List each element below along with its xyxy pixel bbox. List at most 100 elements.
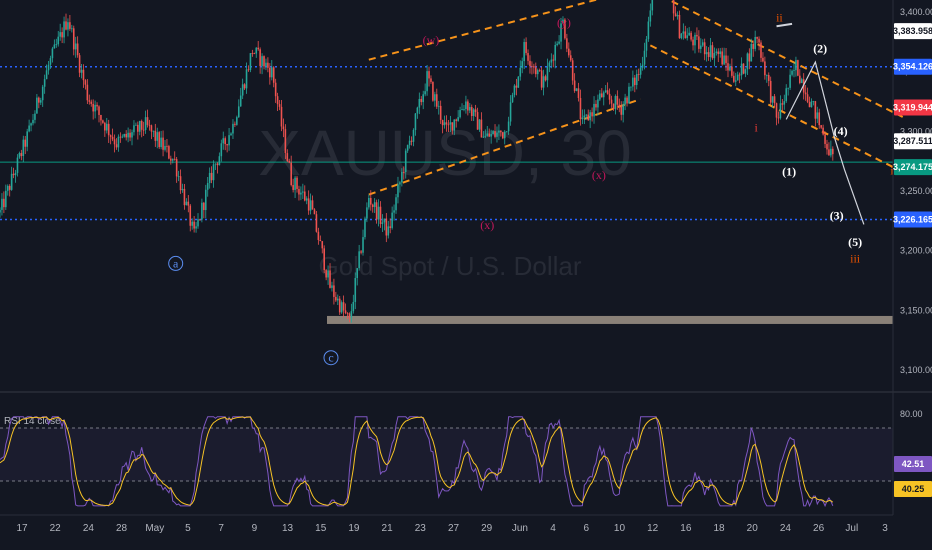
candle-body [515, 85, 518, 88]
candle-body [519, 67, 522, 77]
candle-body [577, 88, 580, 98]
candle-body [620, 106, 623, 115]
candle-body [463, 109, 465, 110]
candle-body [529, 60, 531, 67]
candle-body [375, 202, 378, 220]
candle-body [255, 47, 258, 54]
date-tick-label: 18 [713, 523, 725, 534]
candle-body [418, 98, 421, 108]
candle-body [104, 122, 106, 131]
candle-body [793, 70, 795, 71]
candle-body [364, 218, 366, 238]
candle-body [5, 190, 7, 208]
candle-body [391, 212, 393, 228]
price-tag: 3,274.175 [893, 162, 932, 172]
candle-body [263, 56, 265, 67]
candle-body [684, 31, 687, 39]
candle-body [319, 239, 322, 242]
candle-body [437, 105, 440, 107]
candle-body [144, 117, 147, 130]
candle-body [690, 32, 692, 40]
candle-body [750, 43, 753, 62]
candle-body [762, 57, 764, 62]
candle-body [422, 94, 425, 103]
candle-body [350, 311, 353, 318]
candle-body [488, 133, 491, 137]
candle-body [156, 132, 159, 141]
candle-body [810, 101, 813, 108]
candle-body [399, 182, 401, 185]
date-tick-label: 26 [813, 523, 825, 534]
candle-body [781, 103, 784, 105]
date-tick-label: Jun [512, 523, 528, 534]
candle-body [754, 36, 756, 49]
candle-body [618, 104, 621, 107]
candle-body [317, 231, 320, 240]
candle-body [527, 53, 529, 61]
candle-body [513, 85, 516, 95]
candle-body [12, 173, 15, 176]
candle-body [150, 125, 153, 132]
date-tick-label: 19 [348, 523, 360, 534]
candle-body [672, 0, 675, 14]
candle-body [540, 70, 543, 88]
candle-body [41, 86, 44, 101]
price-chart[interactable]: XAUUSD, 30 Gold Spot / U.S. Dollar a c (w)… [0, 0, 932, 550]
candle-body [8, 185, 11, 190]
candle-body [230, 133, 232, 136]
candle-body [715, 51, 718, 53]
candle-body [694, 34, 696, 46]
candle-body [435, 94, 438, 107]
candle-body [552, 59, 555, 61]
date-tick-label: 7 [218, 523, 224, 534]
candle-body [20, 153, 23, 157]
candle-body [208, 172, 211, 184]
candle-body [635, 74, 638, 86]
candle-body [733, 75, 735, 82]
candle-body [72, 28, 75, 50]
candle-body [783, 101, 786, 105]
candle-body [538, 70, 541, 72]
candle-body [344, 310, 347, 313]
candle-body [449, 122, 452, 125]
candle-body [204, 189, 207, 211]
candle-body [282, 126, 285, 130]
candle-body [608, 93, 611, 100]
candle-body [313, 209, 316, 215]
candle-body [265, 62, 267, 67]
candle-body [490, 134, 492, 137]
candle-body [595, 103, 597, 108]
candle-body [769, 80, 772, 103]
date-tick-label: 24 [780, 523, 792, 534]
candle-body [300, 192, 302, 195]
candle-body [162, 137, 164, 150]
candle-body [451, 122, 454, 131]
candle-body [581, 117, 584, 120]
candle-body [568, 48, 570, 56]
date-tick-label: 13 [282, 523, 294, 534]
candle-body [34, 113, 36, 120]
candle-body [723, 55, 725, 65]
candle-body [142, 129, 145, 131]
rsi-ma-tag: 40.25 [902, 484, 925, 494]
candle-body [686, 35, 689, 39]
date-tick-label: 6 [583, 523, 589, 534]
candle-body [84, 80, 87, 85]
candle-body [410, 140, 413, 142]
rsi-tick-80: 80.00 [900, 409, 923, 419]
candle-body [92, 103, 94, 112]
candle-body [501, 132, 504, 139]
candle-body [455, 119, 458, 121]
candle-body [647, 21, 650, 40]
candle-body [773, 96, 776, 104]
candle-body [486, 133, 489, 136]
price-tag: 3,287.511 [893, 136, 932, 146]
date-tick-label: May [145, 523, 164, 534]
candle-body [639, 67, 642, 75]
candle-body [387, 226, 390, 236]
candle-body [536, 70, 539, 75]
candle-body [482, 136, 485, 138]
candle-body [628, 86, 630, 104]
candle-body [503, 131, 506, 139]
candle-body [447, 124, 450, 126]
